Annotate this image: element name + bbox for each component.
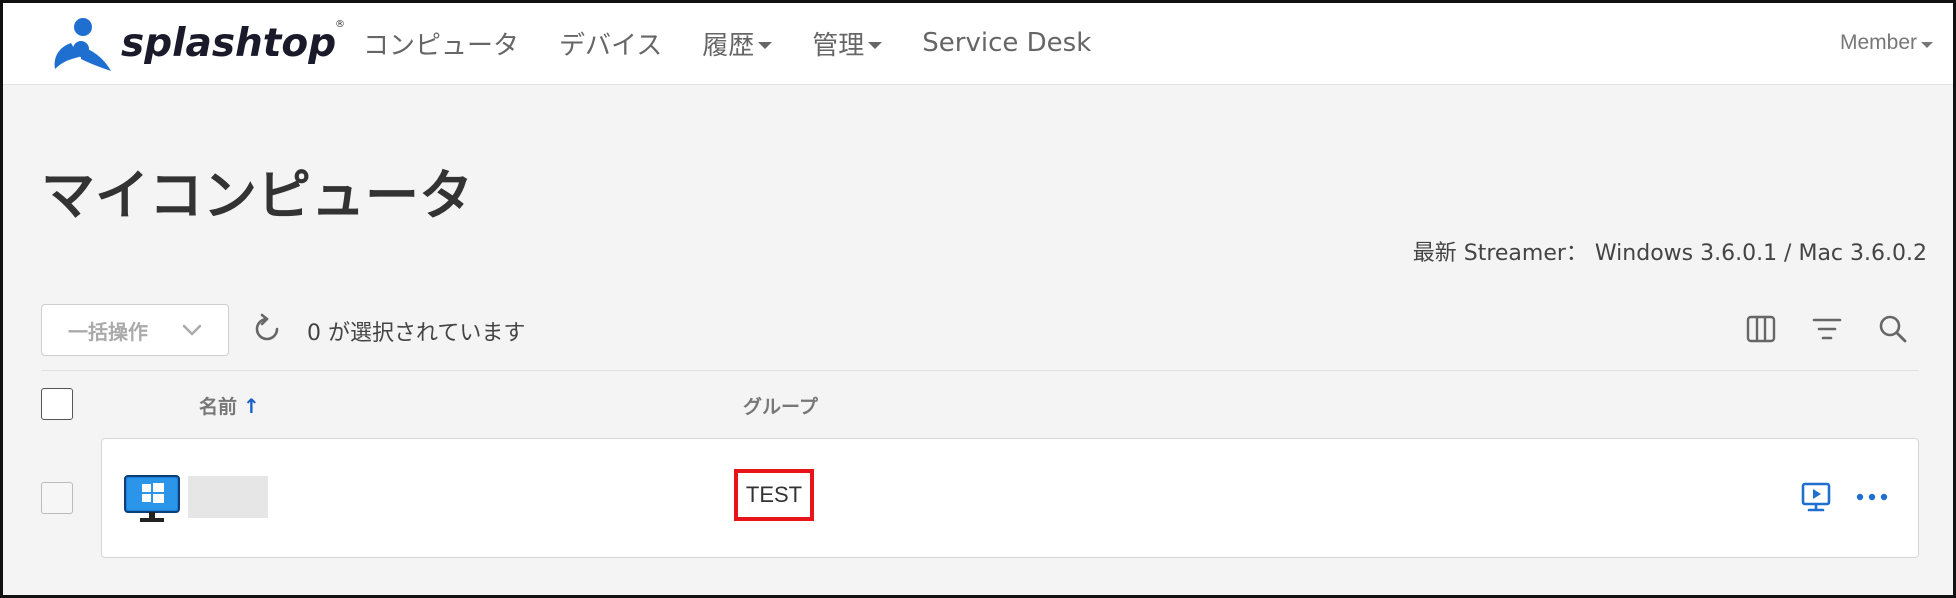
bulk-action-label: 一括操作 (68, 319, 148, 344)
refresh-icon[interactable] (251, 313, 283, 345)
column-header-name[interactable]: 名前 ↑ (199, 392, 260, 419)
nav-computers-label: コンピュータ (363, 30, 520, 61)
sort-ascending-icon: ↑ (243, 393, 260, 418)
column-header-group[interactable]: グループ (743, 392, 818, 419)
select-all-checkbox[interactable] (41, 388, 73, 420)
nav-management-label: 管理 (812, 30, 865, 61)
nav-devices[interactable]: デバイス (559, 25, 662, 62)
splashtop-logo[interactable]: splashtop ® (51, 13, 347, 75)
group-cell: TEST (734, 469, 814, 521)
member-menu[interactable]: Member (1840, 31, 1933, 55)
caret-down-icon (868, 41, 883, 49)
bulk-action-dropdown[interactable]: 一括操作 (41, 304, 229, 356)
logo-text: splashtop (121, 21, 337, 66)
row-checkbox[interactable] (41, 482, 73, 514)
group-name: TEST (745, 482, 803, 507)
app-window: splashtop ® コンピュータ デバイス 履歴 管理 Service De… (0, 0, 1956, 598)
latest-streamer-info: 最新 Streamer： Windows 3.6.0.1 / Mac 3.6.0… (1412, 241, 1927, 266)
nav-history-label: 履歴 (702, 30, 755, 61)
splashtop-logo-icon (54, 18, 111, 71)
nav-service-desk[interactable]: Service Desk (922, 28, 1091, 58)
toolbar-divider (41, 370, 1919, 371)
main-nav: コンピュータ デバイス 履歴 管理 Service Desk (363, 23, 1131, 63)
nav-service-desk-label: Service Desk (922, 28, 1092, 58)
logo-registered-mark: ® (335, 19, 345, 30)
nav-devices-label: デバイス (559, 30, 663, 61)
member-label: Member (1839, 31, 1917, 54)
caret-down-icon (758, 41, 773, 49)
page-title: マイコンピュータ (41, 164, 473, 227)
nav-computers[interactable]: コンピュータ (363, 25, 519, 62)
column-name-label: 名前 (199, 396, 238, 418)
table-row[interactable]: TEST (101, 438, 1919, 558)
top-navigation-bar: splashtop ® コンピュータ デバイス 履歴 管理 Service De… (3, 3, 1953, 85)
computer-name-redacted[interactable] (188, 476, 268, 518)
search-icon[interactable] (1877, 313, 1909, 345)
chevron-down-icon (182, 324, 202, 336)
columns-icon[interactable] (1745, 313, 1777, 345)
nav-management[interactable]: 管理 (812, 25, 883, 62)
windows-monitor-icon (124, 475, 180, 522)
remote-session-icon[interactable] (1800, 481, 1832, 513)
filter-icon[interactable] (1811, 313, 1843, 345)
more-icon[interactable] (1852, 481, 1892, 513)
nav-history[interactable]: 履歴 (702, 25, 773, 62)
caret-down-icon (1921, 42, 1933, 48)
selected-count: 0 が選択されています (307, 321, 526, 346)
